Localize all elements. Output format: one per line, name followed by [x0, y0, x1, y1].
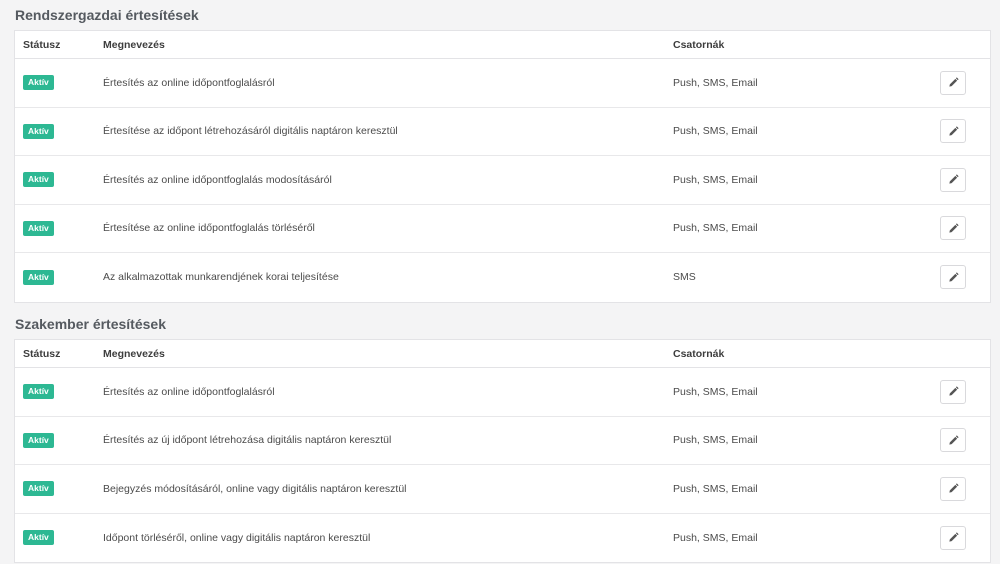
notification-name: Időpont törléséről, online vagy digitáli… — [103, 531, 371, 544]
admin-notifications-table: Státusz Megnevezés Csatornák Aktív Értes… — [14, 30, 991, 303]
table-row: Aktív Értesítés az online időpontfoglalá… — [15, 368, 990, 417]
notification-name: Értesítés az új időpont létrehozása digi… — [103, 434, 392, 447]
status-badge: Aktív — [23, 432, 54, 448]
pencil-icon — [948, 532, 959, 542]
section-title-specialist: Szakember értesítések — [15, 316, 166, 332]
notification-name: Értesítés az online időpontfoglalás modo… — [103, 173, 332, 186]
notification-name: Az alkalmazottak munkarendjének korai te… — [103, 271, 339, 284]
pencil-icon — [948, 126, 959, 136]
notification-name: Értesítése az online időpontfoglalás tör… — [103, 222, 315, 235]
table-row: Aktív Értesítés az új időpont létrehozás… — [15, 417, 990, 465]
edit-button[interactable] — [940, 476, 966, 501]
notification-channels: Push, SMS, Email — [673, 173, 758, 186]
notification-channels: Push, SMS, Email — [673, 76, 758, 89]
status-badge: Aktív — [23, 481, 54, 497]
notification-channels: Push, SMS, Email — [673, 434, 758, 447]
notification-name: Értesítés az online időpontfoglalásról — [103, 385, 275, 398]
notification-channels: Push, SMS, Email — [673, 222, 758, 235]
column-header-name: Megnevezés — [103, 38, 165, 51]
status-badge: Aktív — [23, 123, 54, 139]
status-badge: Aktív — [23, 384, 54, 400]
status-badge: Aktív — [23, 172, 54, 188]
column-header-status: Státusz — [23, 38, 61, 51]
status-badge: Aktív — [23, 530, 54, 546]
notification-channels: Push, SMS, Email — [673, 125, 758, 138]
pencil-icon — [948, 174, 959, 184]
pencil-icon — [948, 223, 959, 233]
status-badge: Aktív — [23, 75, 54, 91]
notification-channels: Push, SMS, Email — [673, 482, 758, 495]
notification-channels: Push, SMS, Email — [673, 531, 758, 544]
column-header-channels: Csatornák — [673, 347, 725, 360]
status-badge: Aktív — [23, 269, 54, 285]
column-header-channels: Csatornák — [673, 38, 725, 51]
status-badge: Aktív — [23, 220, 54, 236]
table-row: Aktív Az alkalmazottak munkarendjének ko… — [15, 253, 990, 302]
edit-button[interactable] — [940, 525, 966, 550]
pencil-icon — [948, 272, 959, 282]
pencil-icon — [948, 435, 959, 445]
table-row: Aktív Értesítés az online időpontfoglalá… — [15, 156, 990, 205]
section-title-admin: Rendszergazdai értesítések — [15, 7, 199, 23]
table-row: Aktív Értesítése az online időpontfoglal… — [15, 205, 990, 253]
edit-button[interactable] — [940, 216, 966, 241]
edit-button[interactable] — [940, 379, 966, 404]
table-row: Aktív Időpont törléséről, online vagy di… — [15, 514, 990, 563]
pencil-icon — [948, 386, 959, 396]
table-row: Aktív Értesítés az online időpontfoglalá… — [15, 59, 990, 108]
table-row: Aktív Bejegyzés módosításáról, online va… — [15, 465, 990, 514]
notification-name: Bejegyzés módosításáról, online vagy dig… — [103, 482, 407, 495]
notification-name: Értesítés az online időpontfoglalásról — [103, 76, 275, 89]
column-header-name: Megnevezés — [103, 347, 165, 360]
edit-button[interactable] — [940, 119, 966, 144]
edit-button[interactable] — [940, 70, 966, 95]
edit-button[interactable] — [940, 167, 966, 192]
table-header: Státusz Megnevezés Csatornák — [15, 340, 990, 368]
pencil-icon — [948, 483, 959, 493]
table-header: Státusz Megnevezés Csatornák — [15, 31, 990, 59]
column-header-status: Státusz — [23, 347, 61, 360]
specialist-notifications-table: Státusz Megnevezés Csatornák Aktív Értes… — [14, 339, 991, 563]
pencil-icon — [948, 77, 959, 87]
notification-name: Értesítése az időpont létrehozásáról dig… — [103, 125, 398, 138]
table-row: Aktív Értesítése az időpont létrehozásár… — [15, 108, 990, 156]
notification-channels: Push, SMS, Email — [673, 385, 758, 398]
edit-button[interactable] — [940, 428, 966, 453]
edit-button[interactable] — [940, 265, 966, 290]
notification-channels: SMS — [673, 271, 696, 284]
